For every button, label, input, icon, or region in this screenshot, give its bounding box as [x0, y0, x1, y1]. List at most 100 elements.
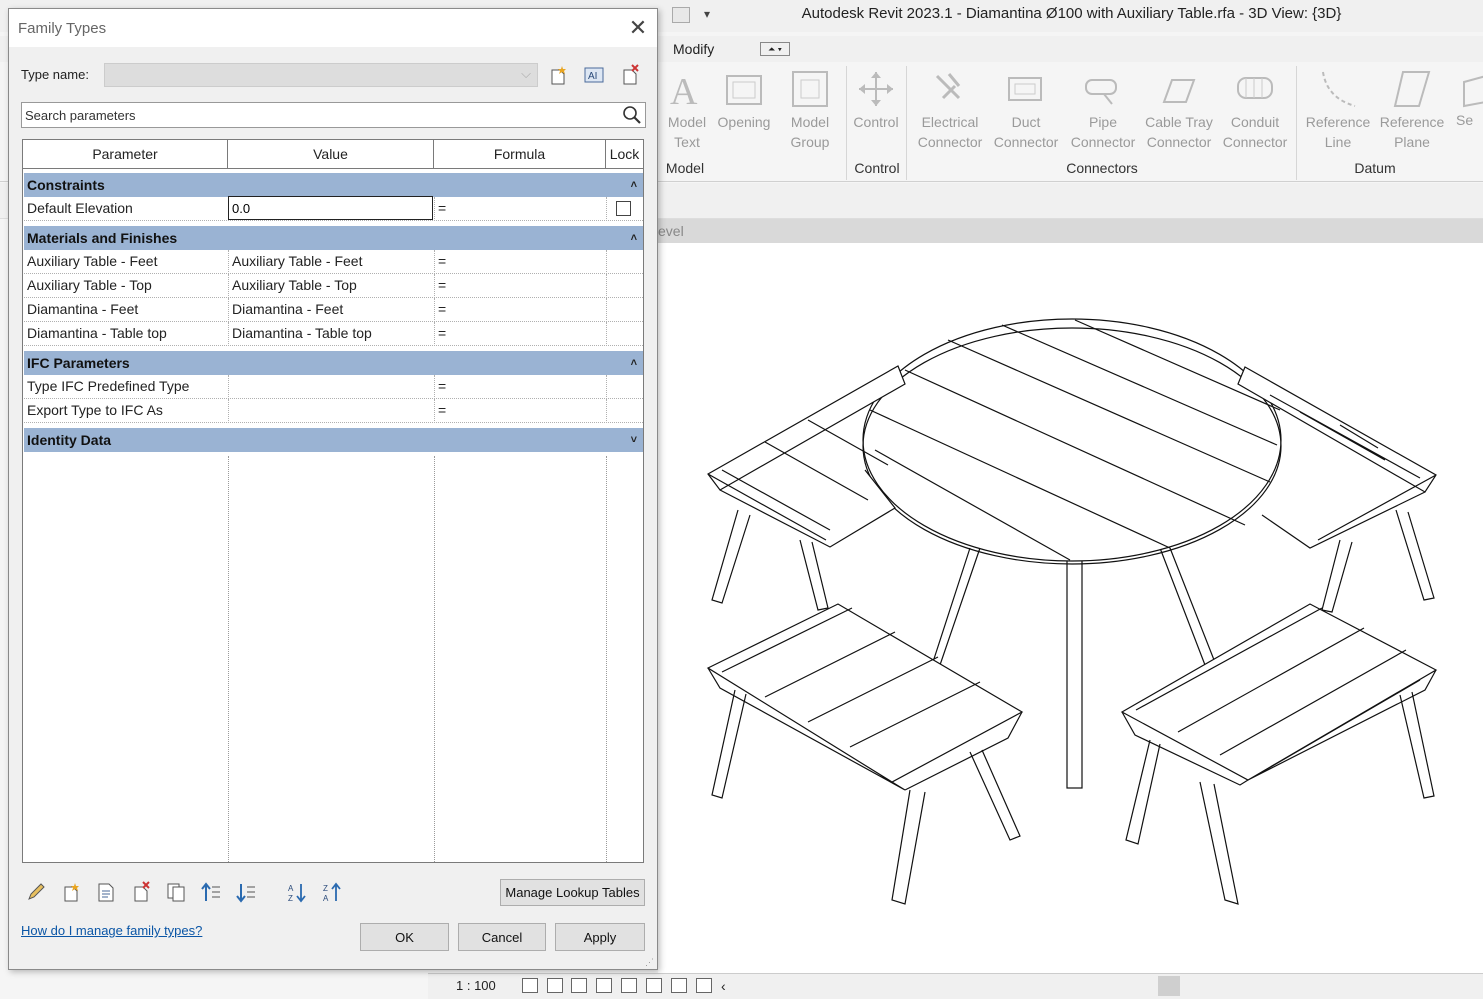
lock-cell	[607, 197, 643, 221]
collapse-icon[interactable]: ˄	[631, 173, 637, 197]
formula-cell[interactable]: =	[435, 298, 607, 322]
svg-text:Z: Z	[288, 894, 293, 903]
sort-ascending-icon[interactable]: AZ	[287, 881, 309, 903]
model-group-button[interactable]: Model Group	[784, 68, 836, 152]
search-input[interactable]	[25, 106, 615, 124]
group-label: Identity Data	[27, 432, 112, 448]
ok-button[interactable]: OK	[360, 923, 449, 951]
view-control-bar: 1 : 100 ‹	[428, 973, 1483, 999]
group-header-ifc-parameters[interactable]: IFC Parameters ˄	[24, 351, 643, 375]
group-header-identity-data[interactable]: Identity Data ˅	[24, 428, 643, 452]
electrical-connector-button[interactable]: Electrical Connector	[912, 68, 988, 152]
apply-button[interactable]: Apply	[555, 923, 645, 951]
model-group-icon	[789, 68, 831, 110]
move-down-icon[interactable]	[235, 881, 257, 903]
delete-type-icon[interactable]	[619, 64, 641, 86]
column-header-formula[interactable]: Formula	[434, 140, 606, 169]
opening-button[interactable]: Opening	[714, 68, 774, 132]
expand-icon[interactable]: ˅	[631, 428, 637, 452]
temporary-hide-icon[interactable]	[696, 978, 712, 993]
show-crop-icon[interactable]	[671, 978, 687, 993]
help-link[interactable]: How do I manage family types?	[21, 923, 202, 938]
reference-plane-icon	[1391, 68, 1433, 110]
group-label: IFC Parameters	[27, 355, 130, 371]
reference-plane-button[interactable]: Reference Plane	[1376, 68, 1448, 152]
type-name-dropdown[interactable]: ⌵	[104, 63, 538, 87]
delete-parameter-icon[interactable]	[130, 881, 152, 903]
lock-checkbox[interactable]	[616, 201, 631, 216]
pipe-connector-button[interactable]: Pipe Connector	[1066, 68, 1140, 152]
sun-path-icon[interactable]	[571, 978, 587, 993]
family-types-dialog: Family Types ✕ Type name: ⌵ AI Parameter…	[8, 8, 658, 970]
column-header-lock[interactable]: Lock	[606, 140, 643, 169]
reference-line-button[interactable]: Reference Line	[1300, 68, 1376, 152]
electrical-connector-icon	[929, 68, 971, 110]
panel-label-control: Control	[854, 160, 900, 176]
table-row[interactable]: Auxiliary Table - Feet Auxiliary Table -…	[24, 250, 643, 274]
lock-cell	[607, 250, 643, 274]
svg-text:A: A	[288, 884, 294, 893]
copy-icon[interactable]	[165, 881, 187, 903]
tab-modify[interactable]: Modify	[673, 41, 714, 57]
table-row[interactable]: Default Elevation =	[24, 196, 643, 221]
svg-text:Z: Z	[323, 884, 328, 893]
group-header-materials[interactable]: Materials and Finishes ˄	[24, 226, 643, 250]
rendering-icon[interactable]	[621, 978, 637, 993]
search-icon[interactable]	[622, 105, 642, 125]
table-row[interactable]: Type IFC Predefined Type =	[24, 375, 643, 399]
collapse-icon[interactable]: ˄	[631, 226, 637, 250]
horizontal-scrollbar-thumb[interactable]	[1158, 976, 1180, 996]
value-cell[interactable]	[229, 375, 435, 399]
cable-tray-connector-button[interactable]: Cable Tray Connector	[1142, 68, 1216, 152]
formula-cell[interactable]: =	[435, 375, 607, 399]
duct-connector-button[interactable]: Duct Connector	[990, 68, 1062, 152]
cancel-button[interactable]: Cancel	[458, 923, 546, 951]
collapse-icon[interactable]: ˄	[631, 351, 637, 375]
close-icon[interactable]: ✕	[627, 17, 649, 40]
value-cell[interactable]: Auxiliary Table - Feet	[229, 250, 435, 274]
lock-cell	[607, 375, 643, 399]
value-cell[interactable]: Diamantina - Feet	[229, 298, 435, 322]
value-cell[interactable]: Diamantina - Table top	[229, 322, 435, 346]
detail-level-icon[interactable]	[522, 978, 538, 993]
sort-descending-icon[interactable]: ZA	[322, 881, 344, 903]
pencil-icon[interactable]	[25, 881, 47, 903]
formula-cell[interactable]: =	[435, 197, 607, 221]
parameter-name: Diamantina - Feet	[24, 298, 229, 322]
group-header-constraints[interactable]: Constraints ˄	[24, 173, 643, 197]
formula-cell[interactable]: =	[435, 399, 607, 423]
visual-style-icon[interactable]	[547, 978, 563, 993]
set-button[interactable]: Se	[1456, 68, 1483, 130]
table-row[interactable]: Diamantina - Table top Diamantina - Tabl…	[24, 322, 643, 346]
edit-parameter-icon[interactable]	[95, 881, 117, 903]
3d-view-canvas[interactable]	[658, 243, 1483, 973]
new-parameter-icon[interactable]	[60, 881, 82, 903]
move-up-icon[interactable]	[200, 881, 222, 903]
value-cell[interactable]	[229, 399, 435, 423]
formula-cell[interactable]: =	[435, 274, 607, 298]
contextual-tab-toggle-icon[interactable]: ⏶ ▾	[760, 42, 790, 56]
new-type-icon[interactable]	[547, 64, 569, 86]
value-cell[interactable]: Auxiliary Table - Top	[229, 274, 435, 298]
formula-cell[interactable]: =	[435, 250, 607, 274]
column-header-value[interactable]: Value	[228, 140, 434, 169]
reference-line-icon	[1317, 68, 1359, 110]
control-button[interactable]: Control	[850, 68, 902, 132]
crop-view-icon[interactable]	[646, 978, 662, 993]
table-row[interactable]: Export Type to IFC As =	[24, 399, 643, 423]
table-row[interactable]: Diamantina - Feet Diamantina - Feet =	[24, 298, 643, 322]
model-text-button[interactable]: A Model Text	[663, 68, 711, 152]
chevron-left-icon[interactable]: ‹	[721, 978, 737, 994]
table-row[interactable]: Auxiliary Table - Top Auxiliary Table - …	[24, 274, 643, 298]
column-divider	[434, 456, 435, 862]
manage-lookup-tables-button[interactable]: Manage Lookup Tables	[500, 879, 645, 906]
view-scale[interactable]: 1 : 100	[456, 978, 496, 993]
column-header-parameter[interactable]: Parameter	[23, 140, 228, 169]
default-elevation-input[interactable]	[228, 196, 433, 220]
formula-cell[interactable]: =	[435, 322, 607, 346]
shadows-icon[interactable]	[596, 978, 612, 993]
conduit-connector-button[interactable]: Conduit Connector	[1218, 68, 1292, 152]
rename-type-icon[interactable]: AI	[583, 64, 605, 86]
search-parameters-field[interactable]	[21, 102, 646, 128]
resize-grip-icon[interactable]: ⋰	[645, 957, 655, 967]
